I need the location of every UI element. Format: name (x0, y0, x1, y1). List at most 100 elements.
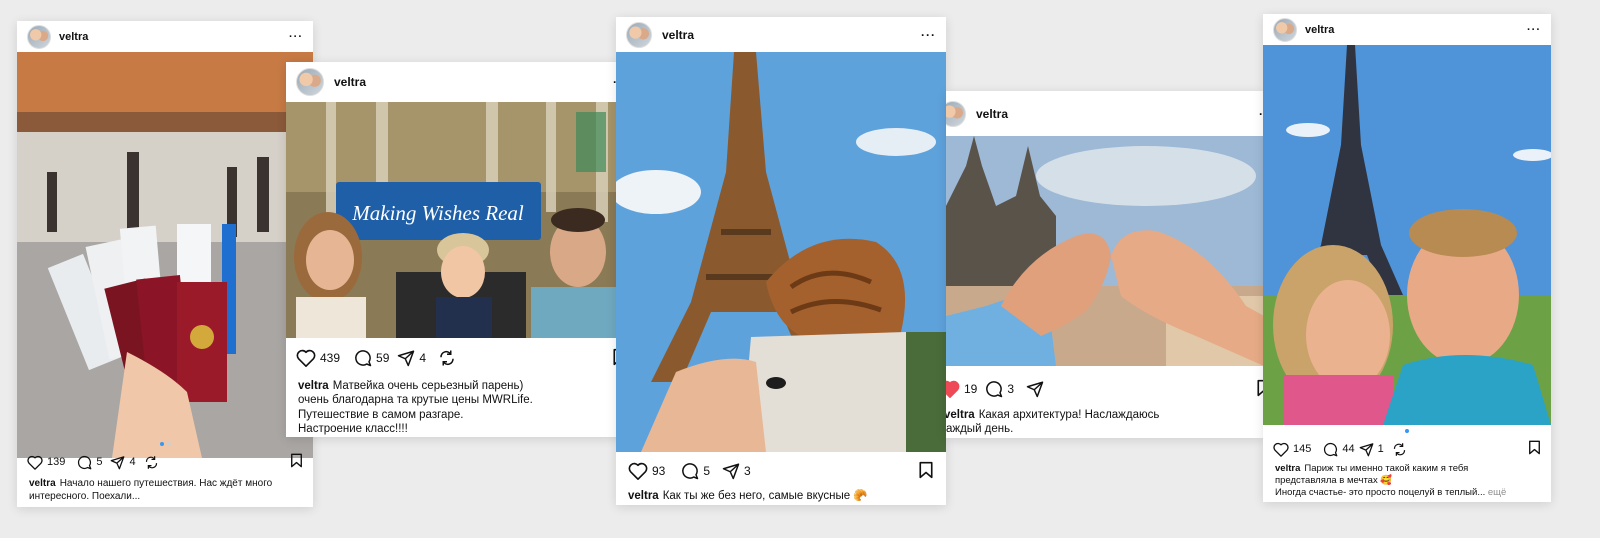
post-card: veltra ··· 93 5 3 veltra Как ты же без н… (616, 17, 946, 505)
comment-icon (986, 381, 1003, 398)
post-photo[interactable] (1263, 45, 1551, 425)
username[interactable]: veltra (662, 28, 694, 42)
share-count: 4 (129, 456, 136, 468)
bookmark-button[interactable] (1528, 440, 1541, 458)
avatar[interactable] (1273, 17, 1297, 42)
comment-icon (1324, 442, 1338, 456)
like-button[interactable]: 439 (296, 349, 340, 367)
bookmark-icon (291, 453, 302, 468)
share-icon (722, 463, 740, 480)
heart-icon (946, 380, 960, 398)
repost-button[interactable] (438, 349, 456, 367)
share-button[interactable]: 4 (397, 349, 426, 367)
comment-count: 44 (1342, 443, 1355, 455)
share-count: 3 (744, 464, 751, 478)
carousel-indicator (17, 442, 313, 446)
post-caption: veltra Как ты же без него, самые вкусные … (616, 489, 946, 503)
caption-username[interactable]: veltra (298, 380, 329, 392)
action-bar: 439 59 4 (286, 347, 638, 369)
heart-icon (27, 455, 43, 470)
caption-text: Начало нашего путешествия. Нас ждёт мног… (29, 478, 273, 502)
like-count: 139 (47, 456, 66, 468)
caption-line: очень благодарна та крутые цены MWRLife. (298, 394, 533, 407)
repost-button[interactable] (144, 455, 159, 470)
username[interactable]: veltra (1305, 24, 1334, 36)
caption-line: представляла в мечтах 🥰 (1275, 474, 1393, 486)
comment-icon (682, 463, 699, 480)
like-button[interactable]: 93 (628, 462, 665, 480)
like-count: 19 (964, 382, 978, 396)
more-icon[interactable]: ··· (289, 31, 303, 43)
bookmark-icon (1529, 440, 1540, 455)
comment-count: 3 (1007, 382, 1015, 396)
post-photo[interactable] (17, 52, 313, 458)
comment-icon (355, 350, 372, 367)
caption-line: Париж ты именно такой каким я тебя (1304, 463, 1469, 474)
more-icon[interactable]: ··· (921, 28, 936, 42)
share-button[interactable]: 3 (722, 462, 751, 480)
post-card: veltra ··· 139 5 4 veltra Начало нашего … (17, 21, 313, 507)
avatar[interactable] (626, 21, 652, 48)
more-link[interactable]: ещё (1488, 487, 1506, 498)
action-bar: 19 3 (946, 379, 1264, 399)
avatar[interactable] (27, 24, 51, 49)
share-button[interactable]: 1 (1359, 442, 1384, 457)
share-button[interactable] (1026, 380, 1044, 398)
comment-button[interactable]: 5 (77, 455, 102, 470)
caption-username[interactable]: veltra (29, 478, 56, 489)
share-icon (398, 350, 415, 367)
comment-count: 59 (376, 351, 390, 365)
username[interactable]: veltra (976, 107, 1008, 121)
caption-line: Путешествие в самом разгаре. (298, 408, 464, 421)
share-icon (111, 455, 125, 469)
avatar[interactable] (296, 68, 324, 96)
carousel-indicator (1263, 429, 1551, 433)
avatar[interactable] (946, 100, 966, 127)
heart-icon (628, 462, 648, 480)
like-button[interactable]: 19 (946, 380, 977, 398)
post-caption: veltra Париж ты именно такой каким я тебя… (1263, 463, 1551, 499)
banner-text: Making Wishes Real (351, 201, 524, 225)
caption-line: аждый день. (946, 423, 1014, 436)
action-bar: 139 5 4 (17, 453, 313, 471)
post-caption: veltra Начало нашего путешествия. Нас ждё… (17, 478, 313, 503)
carousel-dot (1405, 429, 1409, 433)
comment-button[interactable]: 44 (1323, 442, 1355, 457)
share-icon (1026, 381, 1044, 398)
comment-count: 5 (96, 456, 103, 468)
post-photo[interactable] (946, 136, 1264, 366)
post-photo[interactable] (616, 52, 946, 452)
comment-button[interactable]: 3 (985, 380, 1014, 398)
post-header: veltra ··· (616, 17, 946, 52)
carousel-dot (166, 442, 171, 446)
more-icon[interactable]: ··· (1527, 24, 1541, 36)
like-count: 439 (320, 351, 341, 365)
post-header: veltra ··· (17, 21, 313, 52)
share-icon (1359, 442, 1373, 456)
caption-username[interactable]: veltra (946, 409, 975, 421)
username[interactable]: veltra (59, 31, 88, 43)
repost-icon (145, 455, 157, 469)
caption-username[interactable]: veltra (1275, 463, 1300, 474)
bookmark-button[interactable] (290, 453, 303, 471)
comment-button[interactable]: 5 (681, 462, 710, 480)
repost-icon (440, 350, 454, 366)
post-header: veltra ··· (946, 91, 1264, 136)
like-button[interactable]: 145 (1273, 442, 1311, 457)
caption-line: Настроение класс!!!! (298, 423, 408, 436)
like-button[interactable]: 139 (27, 455, 65, 470)
comment-button[interactable]: 59 (354, 349, 389, 367)
repost-button[interactable] (1392, 442, 1407, 457)
caption-text: Как ты же без него, самые вкусные 🥐 (662, 490, 868, 502)
post-caption: veltra Какая архитектура! Наслаждаюсь ажд… (946, 408, 1264, 437)
username[interactable]: veltra (334, 75, 366, 89)
caption-username[interactable]: veltra (628, 490, 659, 502)
bookmark-button[interactable] (918, 461, 934, 482)
share-button[interactable]: 4 (110, 455, 136, 470)
heart-icon (1273, 442, 1289, 457)
post-photo[interactable]: Making Wishes Real (286, 102, 638, 338)
bookmark-icon (919, 461, 933, 478)
repost-icon (1393, 442, 1405, 456)
heart-icon (296, 349, 316, 367)
post-card: veltra ··· 145 44 1 veltra Париж ты имен… (1263, 14, 1551, 502)
